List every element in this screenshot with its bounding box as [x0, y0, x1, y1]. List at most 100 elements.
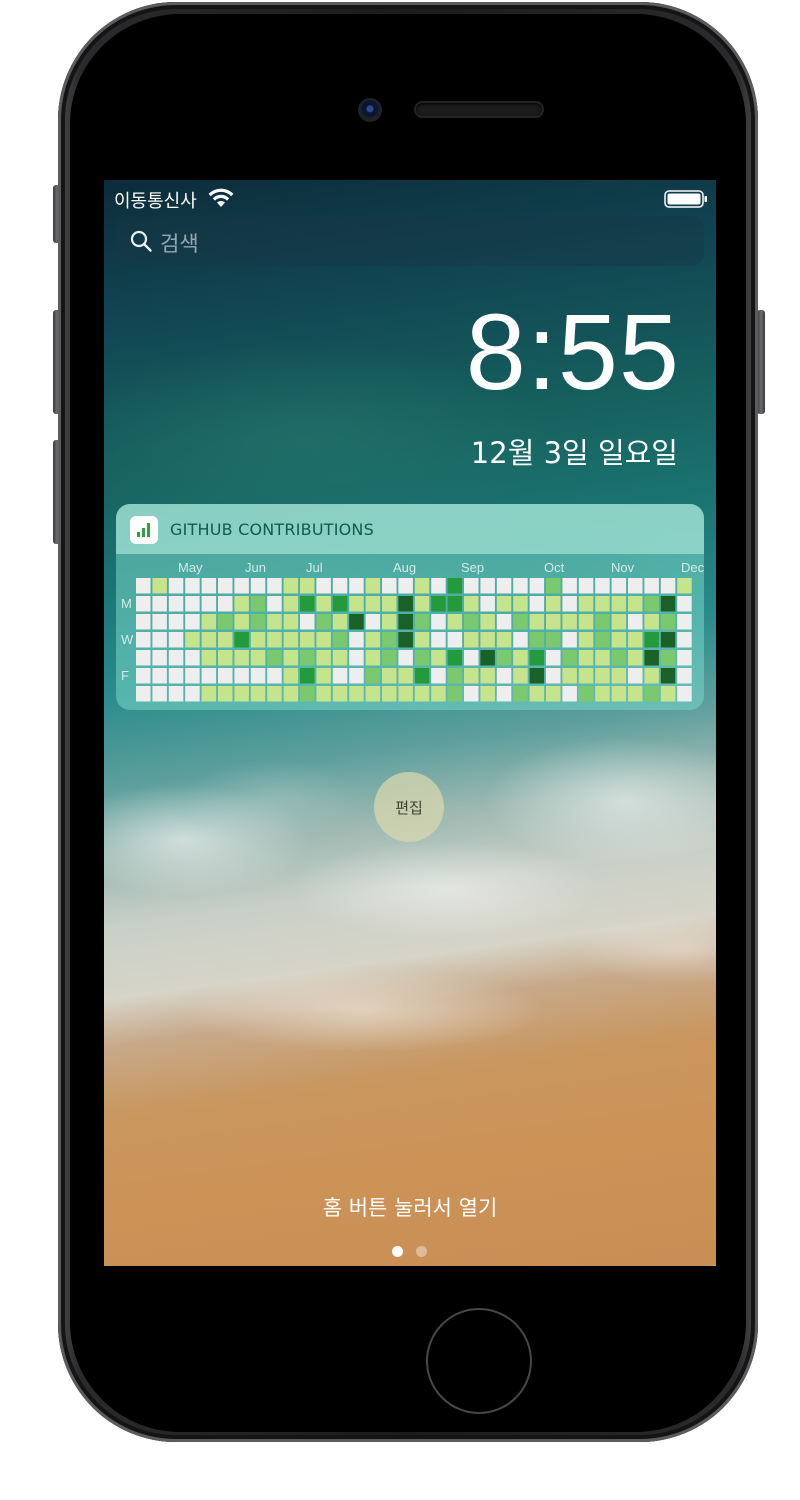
contribution-cell	[300, 614, 315, 630]
month-label: Oct	[544, 560, 565, 575]
contribution-cell	[546, 686, 561, 702]
contribution-cell	[250, 650, 266, 666]
carrier-name: 이동통신사	[114, 191, 197, 212]
contribution-cell	[447, 632, 463, 648]
contribution-cell	[316, 632, 331, 648]
contribution-cell	[250, 668, 266, 684]
contribution-cell	[398, 668, 413, 684]
contribution-cell	[562, 686, 577, 702]
contribution-cell	[300, 668, 315, 684]
contribution-cell	[218, 650, 233, 666]
contribution-cell	[546, 578, 561, 594]
contribution-cell	[480, 668, 495, 684]
contribution-cell	[168, 668, 184, 684]
contribution-cell	[644, 578, 659, 594]
contribution-cell	[283, 614, 299, 630]
contribution-cell	[529, 596, 545, 612]
contribution-cell	[644, 632, 659, 648]
contribution-cell	[644, 614, 659, 630]
contribution-cell	[660, 578, 676, 594]
contribution-cell	[578, 668, 594, 684]
weekday-label: M	[121, 596, 132, 611]
contribution-cell	[513, 650, 528, 666]
contribution-cell	[300, 596, 315, 612]
contribution-cell	[218, 614, 233, 630]
contribution-cell	[398, 596, 413, 612]
contribution-cell	[595, 650, 610, 666]
contribution-cell	[185, 614, 200, 630]
contribution-cell	[300, 578, 315, 594]
contribution-cell	[267, 668, 282, 684]
contribution-cell	[349, 632, 364, 648]
contribution-cell	[513, 686, 528, 702]
edit-button[interactable]: 편집	[374, 772, 444, 842]
contribution-cell	[546, 650, 561, 666]
contribution-cell	[611, 668, 627, 684]
contribution-cell	[152, 668, 167, 684]
edit-label: 편집	[395, 798, 423, 817]
weekday-label: F	[121, 668, 129, 683]
contribution-cell	[562, 650, 577, 666]
contribution-cell	[300, 632, 315, 648]
contribution-cell	[267, 578, 282, 594]
search-bar[interactable]: 검색	[116, 216, 704, 266]
contribution-cell	[513, 614, 528, 630]
contribution-cell	[398, 650, 413, 666]
contribution-cell	[447, 596, 463, 612]
contribution-cell	[316, 686, 331, 702]
contribution-cell	[414, 650, 430, 666]
search-placeholder: 검색	[160, 232, 199, 256]
contribution-cell	[349, 578, 364, 594]
contribution-cell	[611, 686, 627, 702]
contribution-cell	[447, 614, 463, 630]
contribution-cell	[332, 650, 348, 666]
contribution-cell	[431, 614, 446, 630]
contribution-cell	[185, 596, 200, 612]
contribution-cell	[365, 614, 381, 630]
contribution-cell	[513, 578, 528, 594]
contribution-cell	[218, 632, 233, 648]
contribution-cell	[562, 632, 577, 648]
contribution-cell	[136, 632, 151, 648]
contribution-cell	[677, 632, 692, 648]
contribution-cell	[201, 596, 217, 612]
widget-title: GITHUB CONTRIBUTIONS	[170, 520, 374, 539]
contribution-cell	[316, 596, 331, 612]
contribution-cell	[546, 668, 561, 684]
status-bar: 이동통신사	[104, 180, 716, 216]
contribution-cell	[332, 614, 348, 630]
lock-screen-date: 12월 3일 일요일	[470, 436, 678, 470]
contribution-cell	[349, 650, 364, 666]
contribution-cell	[267, 686, 282, 702]
contribution-cell	[595, 632, 610, 648]
contribution-cell	[152, 686, 167, 702]
contribution-cell	[628, 578, 643, 594]
wifi-icon	[208, 188, 234, 207]
contribution-cell	[136, 686, 151, 702]
contribution-cell	[480, 686, 495, 702]
contribution-cell	[218, 596, 233, 612]
contribution-cell	[136, 668, 151, 684]
contribution-cell	[644, 686, 659, 702]
contribution-cell	[234, 614, 249, 630]
contribution-cell	[414, 596, 430, 612]
contribution-cell	[234, 668, 249, 684]
contribution-cell	[513, 596, 528, 612]
home-button[interactable]	[426, 1308, 532, 1414]
contribution-cell	[480, 614, 495, 630]
contribution-cell	[152, 614, 167, 630]
contribution-cell	[677, 596, 692, 612]
contribution-cell	[562, 614, 577, 630]
earpiece-speaker	[416, 103, 542, 116]
contribution-graph: May Jun Jul Aug Sep Oct Nov Dec M W F	[121, 560, 704, 702]
contribution-cell	[480, 650, 495, 666]
contribution-cell	[234, 650, 249, 666]
lock-screen: 이동통신사 검색 8:55 12월 3일 일요일 GITHUB CONTRIBU…	[104, 180, 716, 1266]
contribution-cell	[677, 614, 692, 630]
contribution-cell	[267, 614, 282, 630]
contribution-cell	[595, 578, 610, 594]
contribution-cell	[414, 686, 430, 702]
contribution-cell	[365, 632, 381, 648]
github-contributions-widget[interactable]: GITHUB CONTRIBUTIONS May Jun Jul Aug Sep Oct N…	[116, 504, 704, 710]
contribution-cell	[136, 614, 151, 630]
